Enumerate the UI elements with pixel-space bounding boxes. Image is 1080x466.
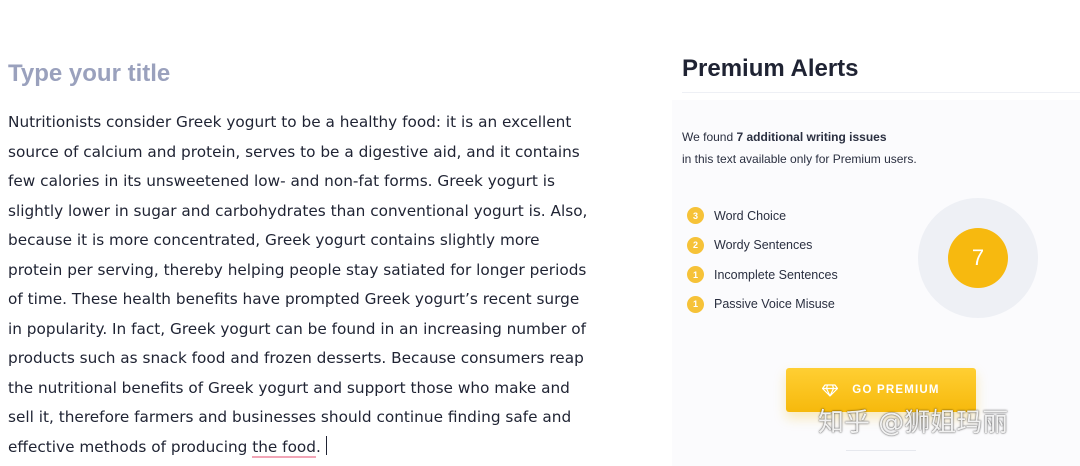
issue-count-badge: 3	[687, 207, 704, 225]
issue-label: Passive Voice Misuse	[714, 297, 835, 312]
go-premium-label: GO PREMIUM	[852, 384, 940, 396]
text-caret	[325, 435, 327, 455]
issue-label: Wordy Sentences	[714, 238, 813, 253]
issue-item-wordy-sentences[interactable]: 2 Wordy Sentences	[687, 231, 838, 261]
diamond-icon	[822, 383, 839, 397]
text-line: because it is more concentrated, Greek y…	[8, 231, 540, 249]
text-line: in popularity. In fact, Greek yogurt can…	[8, 319, 586, 338]
title-input[interactable]: Type your title	[8, 56, 170, 92]
issue-count-badge: 1	[687, 295, 704, 313]
total-issues-count: 7	[948, 228, 1008, 288]
text-line: few calories in its unsweetened low- and…	[8, 172, 555, 190]
panel-footer-line	[846, 450, 916, 451]
premium-alerts-header: Premium Alerts	[682, 55, 859, 82]
text-segment: effective methods of producing	[8, 437, 253, 456]
issue-item-word-choice[interactable]: 3 Word Choice	[687, 201, 838, 231]
premium-summary: We found 7 additional writing issues in …	[682, 126, 917, 170]
text-line: sell it, therefore farmers and businesse…	[8, 408, 572, 426]
issue-count-text: 7 additional writing issues	[736, 130, 887, 144]
text-line-last: effective methods of producing the food.	[8, 433, 598, 463]
text-line: Nutritionists consider Greek yogurt to b…	[8, 113, 572, 131]
issue-count-badge: 1	[687, 266, 704, 284]
document-body[interactable]: Nutritionists consider Greek yogurt to b…	[8, 108, 598, 462]
panel-divider	[682, 92, 1080, 93]
issue-item-incomplete-sentences[interactable]: 1 Incomplete Sentences	[687, 260, 838, 290]
watermark: 知乎 @狮姐玛丽	[818, 402, 1008, 439]
text-line: the nutritional benefits of Greek yogurt…	[8, 378, 570, 397]
summary-line-1: We found 7 additional writing issues	[682, 126, 917, 148]
total-issues-ring: 7	[918, 198, 1038, 318]
summary-prefix: We found	[682, 130, 737, 144]
text-line: protein per serving, thereby helping peo…	[8, 260, 587, 279]
text-segment: .	[316, 437, 321, 456]
text-line: source of calcium and protein, serves to…	[8, 142, 580, 161]
text-line: slightly lower in sugar and carbohydrate…	[8, 201, 588, 220]
text-line: of time. These health benefits have prom…	[8, 290, 580, 308]
issue-item-passive-voice[interactable]: 1 Passive Voice Misuse	[687, 290, 838, 320]
summary-line-2: in this text available only for Premium …	[682, 152, 917, 166]
issue-label: Incomplete Sentences	[714, 267, 838, 282]
flagged-phrase[interactable]: the food	[252, 437, 316, 458]
watermark-text: 知乎 @狮姐玛丽	[818, 408, 1009, 438]
issue-label: Word Choice	[714, 208, 787, 223]
issue-list: 3 Word Choice 2 Wordy Sentences 1 Incomp…	[687, 201, 838, 319]
text-line: products such as snack food and frozen d…	[8, 349, 584, 367]
issue-count-badge: 2	[687, 236, 704, 254]
